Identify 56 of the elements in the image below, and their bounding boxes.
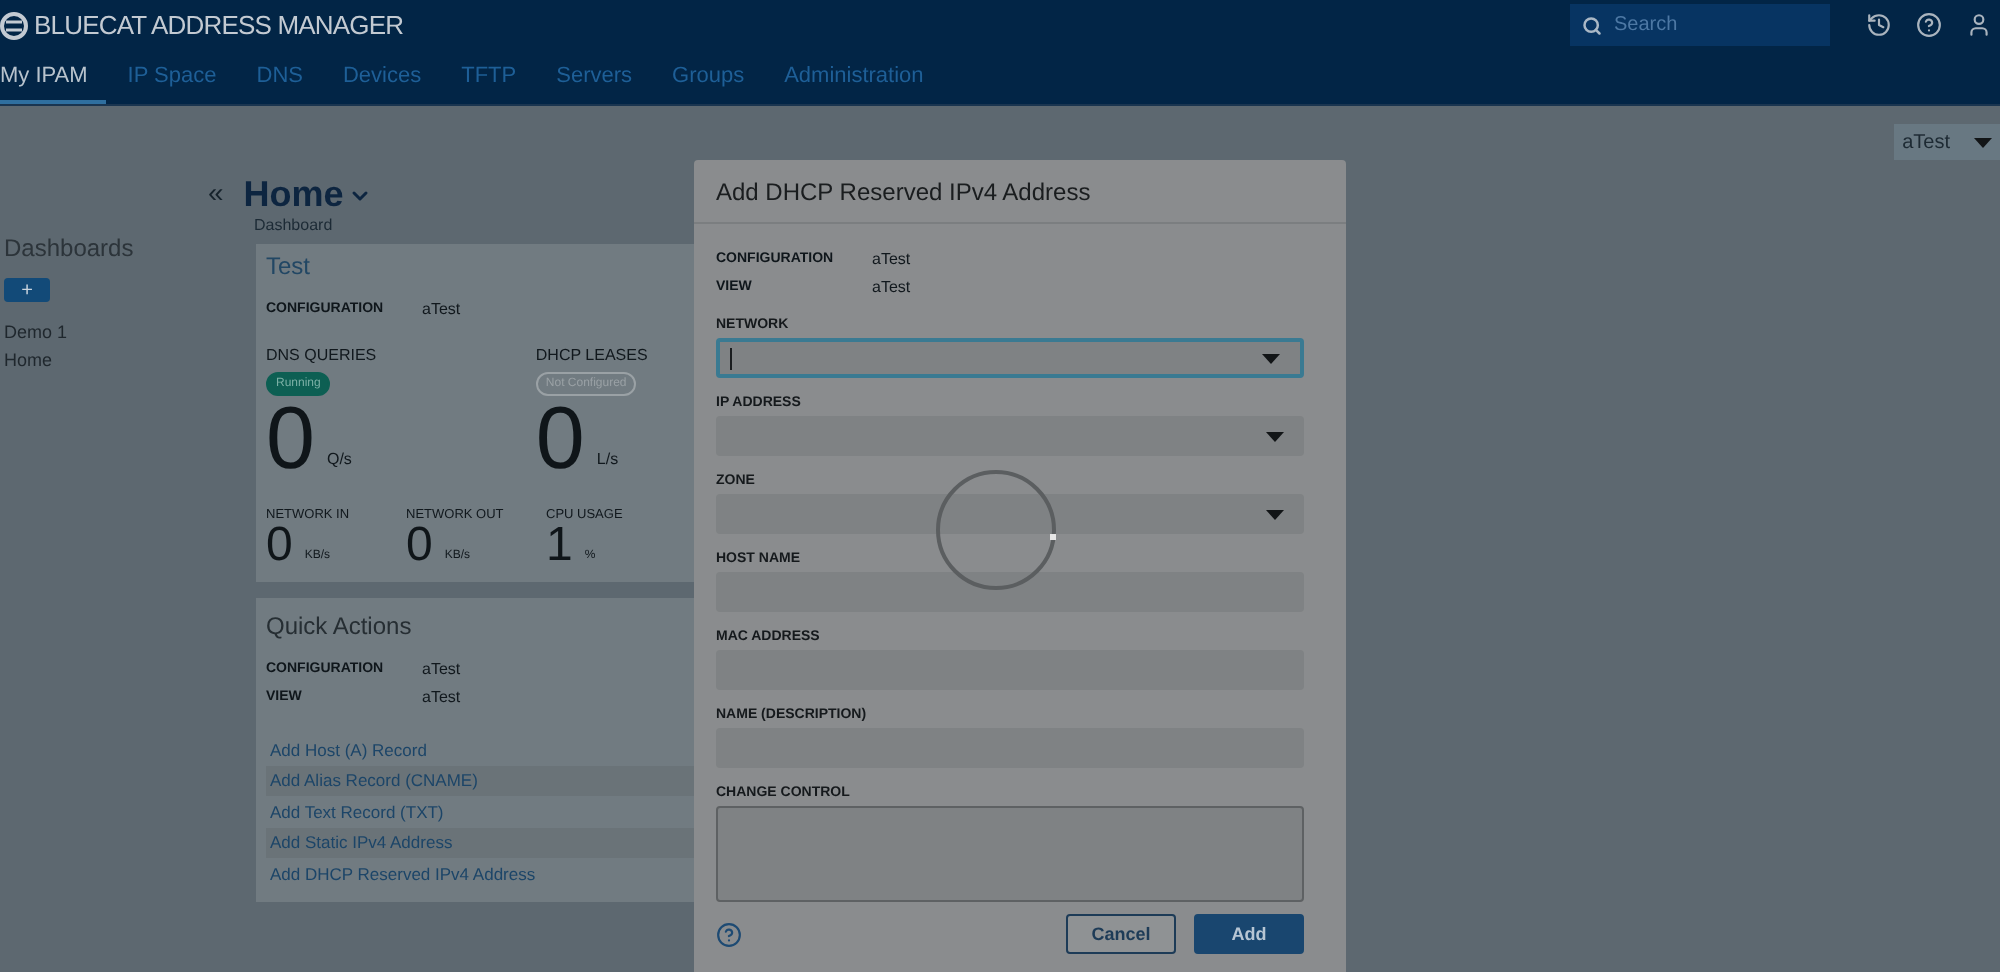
configuration-select[interactable]: aTest [1894,124,2000,160]
select-field[interactable] [716,338,1304,378]
property-value: aTest [422,687,461,705]
stat-unit: Q/s [326,450,352,468]
property-value: aTest [422,299,461,317]
caret-icon [1974,137,1992,147]
quick-action-link[interactable]: Add Text Record (TXT) [266,796,700,827]
user-icon[interactable] [1966,12,1992,38]
nav-tab[interactable]: Administration [766,50,942,104]
property-value: aTest [872,249,911,267]
input-field[interactable] [716,572,1304,612]
select-field[interactable] [716,416,1304,456]
quick-action-link[interactable]: Add Alias Record (CNAME) [266,765,700,796]
metric-value: 1 [546,522,573,570]
stat-unit: L/s [596,450,619,468]
nav-tab[interactable]: DNS [238,50,321,104]
quick-action-link[interactable]: Add DHCP Reserved IPv4 Address [266,858,700,889]
page-subtitle: Dashboard [254,216,335,234]
dialog-title: Add DHCP Reserved IPv4 Address [694,160,1346,224]
metric-value: 0 [406,522,433,570]
text-cursor-icon [730,347,732,369]
caret-icon [1266,431,1284,441]
history-icon[interactable] [1866,12,1892,38]
search-icon [1582,15,1602,35]
quick-action-link[interactable]: Add Static IPv4 Address [266,827,700,858]
card-title: Quick Actions [266,612,414,640]
dashboard-link[interactable]: Home [4,350,53,370]
nav-tab[interactable]: Devices [324,50,440,104]
nav-tab[interactable]: Groups [654,50,763,104]
text-area[interactable] [716,806,1304,902]
stat-value: 0 [535,396,585,484]
nav-tab[interactable]: IP Space [109,50,235,104]
secondary-button[interactable]: Cancel [1066,914,1176,954]
collapse-button[interactable]: « [208,175,224,207]
metric-value: 0 [266,522,293,570]
page-title[interactable]: Home [243,174,372,216]
stat-value: 0 [266,396,315,484]
nav-tab[interactable]: My IPAM [0,50,106,104]
caret-icon [1266,509,1284,519]
help-icon[interactable] [1916,12,1942,38]
property-value: aTest [872,277,911,295]
quick-action-link[interactable]: Add Host (A) Record [266,734,700,765]
brand-name: BLUECAT ADDRESS MANAGER [34,10,404,40]
property-value: aTest [422,659,461,677]
cat-logo-icon [0,11,28,39]
card-title: Test [266,252,313,280]
dashboard-link[interactable]: Demo 1 [4,322,68,342]
add-dashboard-button[interactable]: + [4,278,50,302]
nav-tab[interactable]: Servers [538,50,651,104]
select-field[interactable] [716,494,1304,534]
stat-label: DNS QUERIES [266,346,377,364]
nav-tab[interactable]: TFTP [443,50,535,104]
primary-button[interactable]: Add [1194,914,1304,954]
search-field[interactable]: Search [1570,4,1830,46]
stat-label: DHCP LEASES [535,346,648,364]
caret-icon [1262,353,1280,363]
